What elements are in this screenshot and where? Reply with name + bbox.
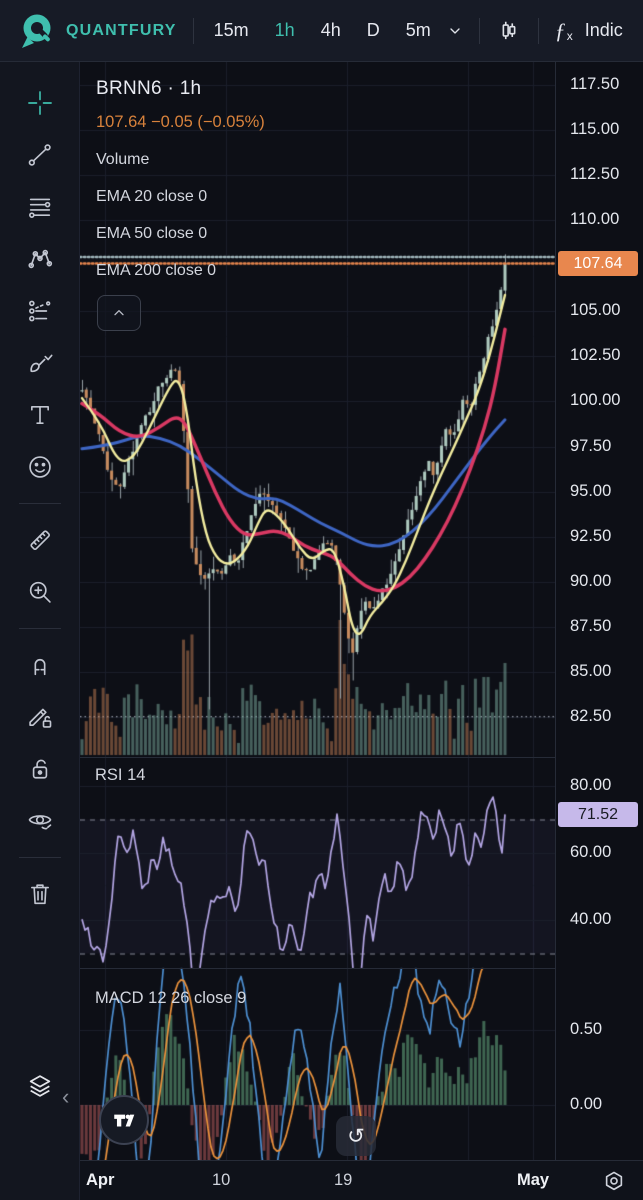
price-axis-label: 110.00 [570, 210, 620, 228]
timeframe-tabs: 15m 1h 4h D 5m [214, 20, 431, 41]
timeframe-15m[interactable]: 15m [214, 20, 249, 41]
edit-unlock-icon [28, 708, 51, 728]
collapse-legend-button[interactable] [97, 295, 141, 331]
price-axis-label: 105.00 [570, 301, 621, 319]
zoom-in-icon [29, 581, 51, 603]
brand-name[interactable]: QUANTFURY [66, 22, 177, 40]
brush-icon [29, 354, 52, 373]
drawer-handle-chevron[interactable]: ‹ [62, 1084, 69, 1110]
price-axis-label: 92.50 [570, 527, 612, 545]
indicators-label: Indic [584, 20, 623, 40]
rsi-axis-label: 60.00 [570, 843, 612, 861]
tool-emoji[interactable] [18, 445, 62, 489]
price-axis-label: 95.00 [570, 482, 612, 500]
last-price-badge: 107.64 [558, 251, 638, 276]
rsi-value-badge: 71.52 [558, 802, 638, 827]
price-axis-label: 100.00 [570, 391, 621, 409]
price-axis-label: 82.50 [570, 707, 612, 725]
candlestick-chart-icon [502, 21, 516, 39]
price-axis-label: 112.50 [570, 165, 620, 183]
price-axis-label: 90.00 [570, 572, 612, 590]
time-axis-label: 19 [334, 1171, 353, 1189]
hide-drawings-icon [28, 815, 51, 830]
divider [478, 17, 480, 44]
top-toolbar: QUANTFURY 15m 1h 4h D 5m ƒx Indic [0, 0, 643, 62]
tool-trend-line[interactable] [18, 133, 62, 177]
tool-edit-unlock[interactable] [18, 695, 62, 739]
price-axis-label: 115.00 [570, 120, 620, 138]
macd-pane-label[interactable]: MACD 12 26 close 9 [95, 989, 246, 1008]
macd-axis-label: 0.00 [570, 1095, 603, 1113]
tool-forecast[interactable] [18, 289, 62, 333]
tradingview-icon [114, 1114, 135, 1127]
trading-app: QUANTFURY 15m 1h 4h D 5m ƒx Indic BRNN6 … [0, 0, 643, 1200]
emoji-icon [28, 456, 51, 478]
fx-icon: ƒx [554, 17, 573, 43]
tool-text[interactable] [18, 393, 62, 437]
timeframe-4h[interactable]: 4h [321, 20, 341, 41]
lock-icon [32, 759, 47, 779]
toolbar-divider [18, 503, 61, 504]
price-axis[interactable]: 117.50 115.00 112.50 110.00 105.00 102.50 100.… [555, 62, 643, 1160]
rsi-pane-label[interactable]: RSI 14 [95, 766, 145, 785]
tool-hide-drawings[interactable] [18, 799, 62, 843]
timeframe-menu-button[interactable] [447, 23, 463, 39]
tool-parallel-lines[interactable] [18, 185, 62, 229]
refresh-icon: ↺ [347, 1124, 365, 1148]
divider [537, 17, 539, 44]
tool-brush[interactable] [18, 341, 62, 385]
reset-chart-button[interactable]: ↺ [336, 1116, 376, 1156]
toolbar-divider [18, 628, 61, 629]
time-axis[interactable]: Apr 10 19 May [80, 1160, 643, 1200]
magnet-icon [34, 659, 45, 676]
rsi-axis-label: 80.00 [570, 776, 612, 794]
axis-settings-gear-icon[interactable] [601, 1169, 627, 1195]
timeframe-D[interactable]: D [367, 20, 380, 41]
delete-icon [30, 884, 49, 905]
price-axis-label: 85.00 [570, 662, 612, 680]
ruler-icon [29, 530, 50, 550]
timeframe-5m[interactable]: 5m [406, 20, 431, 41]
drawing-toolbar [0, 62, 80, 1200]
time-axis-label: Apr [86, 1171, 115, 1189]
indicators-button[interactable]: ƒx Indic [555, 18, 623, 44]
macd-axis-label: 0.50 [570, 1020, 603, 1038]
timeframe-1h[interactable]: 1h [275, 20, 295, 41]
price-axis-label: 87.50 [570, 617, 612, 635]
time-axis-label: May [517, 1171, 550, 1189]
chevron-down-icon [450, 27, 460, 34]
chevron-up-icon [114, 310, 124, 316]
tool-delete[interactable] [18, 872, 62, 916]
price-axis-label: 97.50 [570, 437, 612, 455]
price-axis-label: 117.50 [570, 75, 620, 93]
rsi-axis-label: 40.00 [570, 910, 612, 928]
crosshair-icon [27, 91, 52, 115]
price-axis-label: 102.50 [570, 346, 621, 364]
trend-line-icon [28, 144, 51, 166]
forecast-icon [28, 300, 50, 322]
toolbar-divider [18, 857, 61, 858]
tool-zoom-in[interactable] [18, 570, 62, 614]
tradingview-logo[interactable] [99, 1095, 149, 1145]
divider [192, 17, 194, 44]
tool-ruler[interactable] [18, 518, 62, 562]
time-axis-label: 10 [212, 1171, 231, 1189]
tool-magnet[interactable] [18, 643, 62, 687]
tool-crosshair[interactable] [18, 81, 62, 125]
parallel-lines-icon [28, 198, 50, 218]
quantfury-logo-icon[interactable] [18, 11, 56, 51]
chart-type-button[interactable] [496, 18, 522, 44]
tool-lock[interactable] [18, 747, 62, 791]
layers-icon [29, 1075, 51, 1097]
text-icon [30, 406, 49, 424]
object-tree-button[interactable] [18, 1064, 62, 1108]
xabcd-pattern-icon [27, 249, 52, 269]
tool-xabcd-pattern[interactable] [18, 237, 62, 281]
